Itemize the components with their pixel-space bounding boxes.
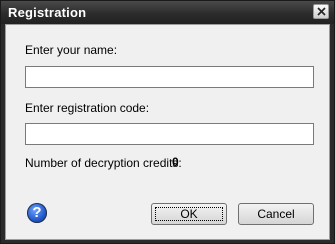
name-label: Enter your name: xyxy=(25,43,118,57)
dialog-body: Enter your name: Enter registration code… xyxy=(5,24,330,240)
window-title: Registration xyxy=(8,5,87,20)
credits-value: 0 xyxy=(172,155,179,169)
name-input[interactable] xyxy=(25,66,314,88)
close-icon xyxy=(316,7,326,16)
code-label: Enter registration code: xyxy=(25,101,150,115)
help-icon[interactable]: ? xyxy=(27,203,47,223)
registration-code-input[interactable] xyxy=(25,123,314,145)
credits-label: Number of decryption credits: xyxy=(25,156,182,170)
title-bar[interactable]: Registration xyxy=(1,1,334,24)
registration-dialog: Registration Enter your name: Enter regi… xyxy=(0,0,335,244)
close-button[interactable] xyxy=(313,4,329,19)
cancel-button[interactable]: Cancel xyxy=(238,203,314,225)
ok-button[interactable]: OK xyxy=(151,203,227,225)
